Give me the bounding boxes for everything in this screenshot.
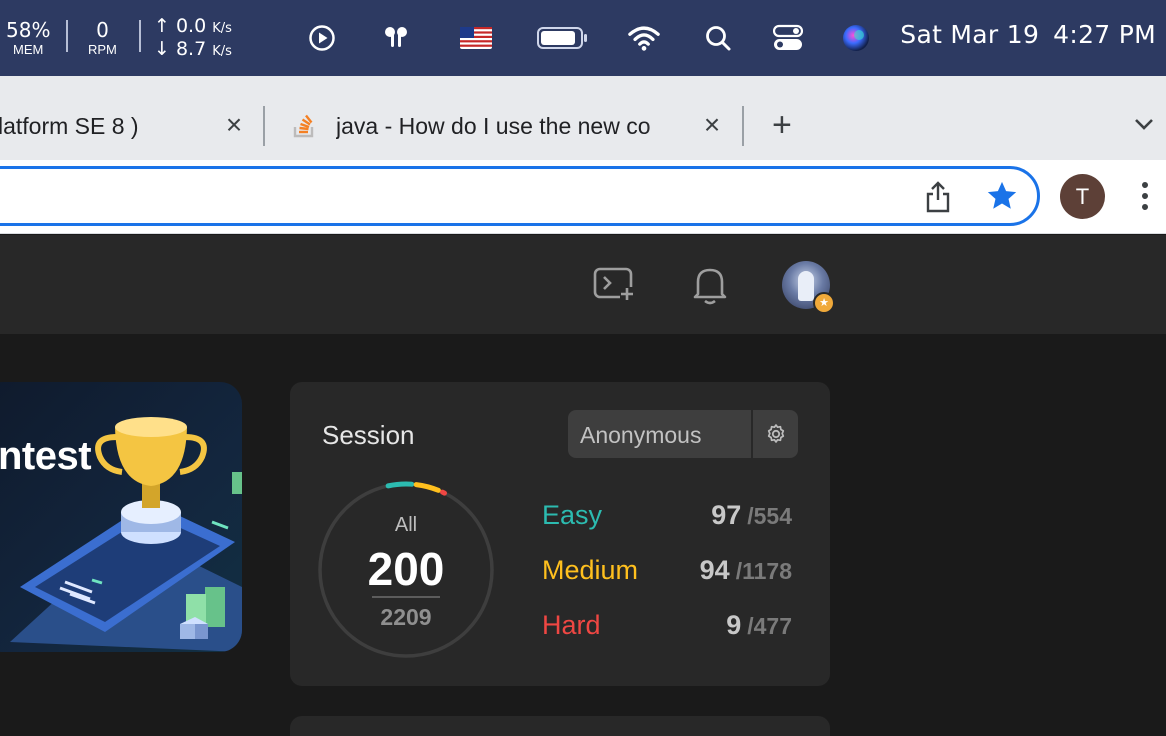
rpm-value: 0 — [96, 18, 109, 42]
memory-value: 58% — [6, 18, 51, 42]
contest-banner[interactable]: ntest — [0, 382, 242, 652]
network-down-value: 8.7 — [175, 38, 207, 60]
play-icon[interactable] — [306, 22, 338, 54]
medium-progress-arc — [413, 482, 441, 493]
memory-label: MEM — [13, 42, 44, 57]
arrow-up-icon: ↑ — [154, 15, 170, 37]
battery-icon[interactable] — [536, 22, 588, 54]
time-text: 4:27 PM — [1053, 20, 1156, 49]
difficulty-label: Medium — [542, 555, 639, 585]
divider — [139, 20, 141, 52]
next-card — [290, 716, 830, 736]
arrow-down-icon: ↓ — [154, 38, 170, 60]
browser-toolbar — [0, 160, 1166, 234]
total-count: 2209 — [380, 604, 432, 630]
difficulty-row-hard: Hard 9/477 — [542, 610, 792, 646]
menu-bar-clock[interactable]: Sat Mar 19 4:27 PM — [900, 20, 1156, 49]
browser-tab-strip: latform SE 8 ) × java - How do I use the… — [0, 76, 1166, 160]
total-value: /554 — [747, 503, 792, 529]
memory-stat[interactable]: 58% MEM — [6, 20, 50, 56]
premium-star-badge-icon: ★ — [813, 292, 835, 314]
solved-count: 200 — [367, 543, 445, 595]
difficulty-label: Hard — [542, 610, 601, 640]
session-title: Session — [322, 420, 415, 450]
search-icon[interactable] — [702, 22, 734, 54]
siri-icon[interactable] — [840, 22, 872, 54]
stackoverflow-icon — [292, 112, 318, 143]
all-label: All — [394, 514, 418, 536]
tab-title[interactable]: latform SE 8 ) — [0, 113, 188, 140]
more-menu-icon[interactable] — [1142, 182, 1150, 215]
network-unit: K/s — [212, 21, 232, 36]
chevron-down-icon[interactable] — [1132, 112, 1156, 141]
rpm-stat[interactable]: 0 RPM — [88, 20, 117, 56]
solved-value: 97 — [711, 500, 742, 530]
session-select[interactable]: Anonymous — [568, 410, 798, 458]
bookmark-star-icon[interactable] — [985, 179, 1019, 218]
divider — [66, 20, 68, 52]
difficulty-count: 9/477 — [726, 610, 792, 641]
solved-value: 9 — [726, 610, 742, 640]
total-value: /477 — [747, 613, 792, 639]
network-up-row: ↑ 0.0 K/s — [154, 16, 232, 39]
difficulty-count: 97/554 — [711, 500, 792, 531]
solved-value: 94 — [699, 555, 730, 585]
network-stat[interactable]: ↑ 0.0 K/s ↓ 8.7 K/s — [154, 16, 232, 62]
hard-progress-arc — [440, 489, 447, 496]
difficulty-row-easy: Easy 97/554 — [542, 500, 792, 536]
address-bar[interactable] — [0, 166, 1040, 226]
playground-icon[interactable] — [592, 265, 636, 310]
airpods-icon[interactable] — [380, 22, 412, 54]
close-icon[interactable]: × — [699, 111, 725, 139]
trophy-illustration — [10, 417, 242, 652]
total-value: /1178 — [735, 558, 792, 584]
network-down-row: ↓ 8.7 K/s — [154, 39, 232, 62]
network-up-value: 0.0 — [175, 15, 207, 37]
divider — [372, 596, 440, 598]
tab-divider — [263, 106, 265, 146]
divider — [751, 410, 753, 458]
site-navbar — [0, 235, 1166, 334]
main-content: ntest Session Anonymous All 200 2209 Eas… — [0, 334, 1166, 736]
rpm-label: RPM — [88, 42, 117, 57]
control-center-icon[interactable] — [772, 22, 804, 54]
close-icon[interactable]: × — [221, 111, 247, 139]
difficulty-label: Easy — [542, 500, 603, 530]
macos-menu-bar: 58% MEM 0 RPM ↑ 0.0 K/s ↓ 8.7 K/s Sat Ma… — [0, 0, 1166, 76]
share-icon[interactable] — [924, 180, 952, 219]
profile-avatar-button[interactable]: T — [1060, 174, 1105, 219]
bell-icon[interactable] — [690, 263, 730, 312]
network-unit: K/s — [212, 44, 232, 59]
session-selected-value: Anonymous — [580, 422, 702, 448]
wifi-icon[interactable] — [628, 22, 660, 54]
tab-divider — [742, 106, 744, 146]
tab-title[interactable]: java - How do I use the new co — [336, 113, 688, 140]
gear-icon[interactable] — [764, 422, 788, 451]
difficulty-row-medium: Medium 94/1178 — [542, 555, 792, 591]
difficulty-count: 94/1178 — [700, 555, 792, 586]
date-text: Sat Mar 19 — [900, 20, 1040, 49]
new-tab-button[interactable]: + — [772, 108, 792, 142]
easy-progress-arc — [385, 481, 415, 489]
us-flag-icon[interactable] — [460, 22, 492, 54]
